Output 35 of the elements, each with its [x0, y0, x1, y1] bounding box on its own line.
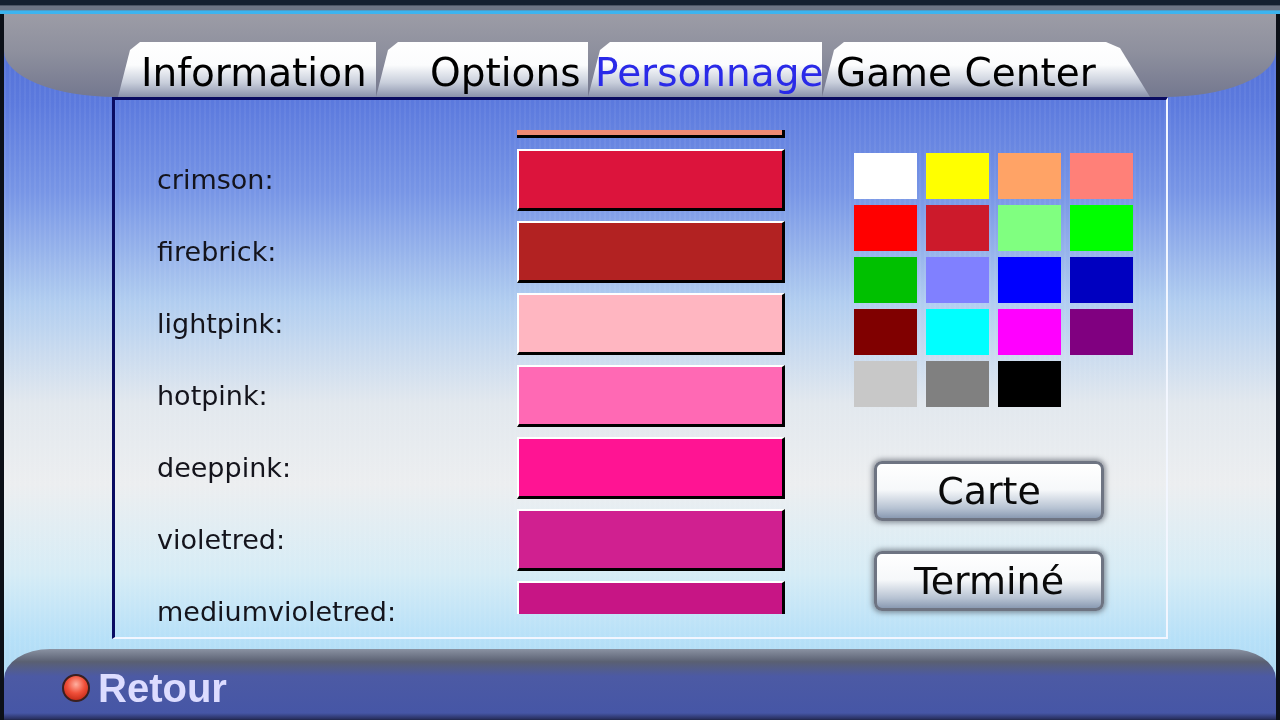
color-swatch-icon[interactable] — [854, 153, 917, 199]
color-swatch-icon[interactable] — [854, 257, 917, 303]
color-swatch-icon[interactable] — [854, 309, 917, 355]
color-label: mediumvioletred: — [157, 597, 397, 627]
color-swatch-icon[interactable] — [998, 153, 1061, 199]
color-swatch-icon[interactable] — [1070, 153, 1133, 199]
color-label: firebrick: — [157, 237, 277, 267]
tab[interactable]: Information — [118, 42, 376, 97]
color-swatch-icon[interactable] — [998, 309, 1061, 355]
color-label: hotpink: — [157, 381, 268, 411]
color-swatch-icon[interactable] — [926, 205, 989, 251]
map-button[interactable]: Carte — [874, 461, 1104, 521]
tab[interactable]: Game Center — [822, 42, 1150, 97]
controller-button-icon — [62, 674, 90, 702]
color-bar[interactable] — [517, 130, 785, 138]
color-swatch-icon[interactable] — [998, 257, 1061, 303]
color-swatch-icon[interactable] — [1070, 257, 1133, 303]
color-swatch-icon[interactable] — [998, 361, 1061, 407]
back-button[interactable]: Retour — [62, 666, 227, 710]
tab[interactable]: Options — [376, 42, 588, 97]
color-swatch-icon[interactable] — [1070, 309, 1133, 355]
color-swatch-icon[interactable] — [926, 153, 989, 199]
done-button[interactable]: Terminé — [874, 551, 1104, 611]
color-label: violetred: — [157, 525, 286, 555]
color-label: crimson: — [157, 165, 274, 195]
color-swatch-icon[interactable] — [926, 257, 989, 303]
color-label: lightpink: — [157, 309, 284, 339]
color-swatch-icon[interactable] — [998, 205, 1061, 251]
tab[interactable]: Personnage — [588, 42, 822, 97]
color-label: deeppink: — [157, 453, 291, 483]
color-swatch-icon[interactable] — [854, 361, 917, 407]
color-swatch-icon[interactable] — [926, 361, 989, 407]
color-swatch-icon[interactable] — [926, 309, 989, 355]
color-swatch-icon[interactable] — [854, 205, 917, 251]
color-swatch-icon[interactable] — [1070, 205, 1133, 251]
